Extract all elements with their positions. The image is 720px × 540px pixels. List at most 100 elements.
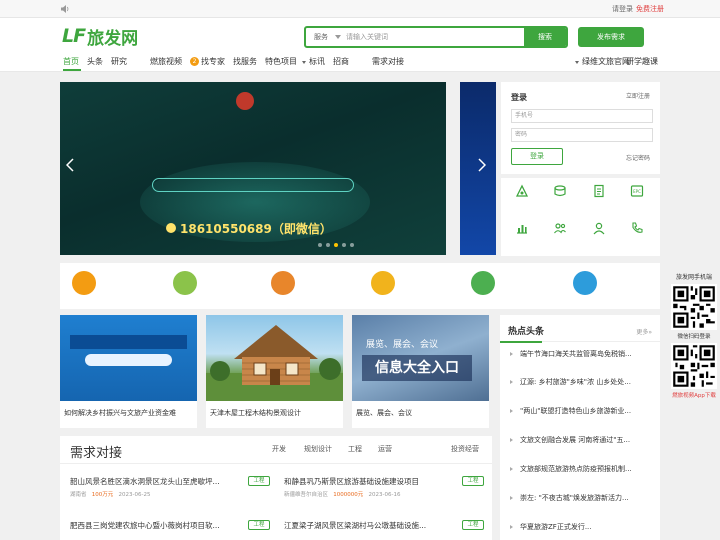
- demand-meta: 新疆维吾尔自治区 1000000元 2023-06-16: [284, 490, 400, 498]
- password-field[interactable]: 密码: [511, 128, 653, 142]
- tab-operation[interactable]: 运营: [378, 444, 392, 454]
- hero-banner[interactable]: 18610550689（即微信）: [60, 82, 446, 255]
- news-item[interactable]: 辽源: 乡村旅游"乡味"浓 山乡处处...: [508, 377, 658, 403]
- banner-next-preview[interactable]: [460, 82, 496, 255]
- top-ribbon: 请登录 免费注册: [0, 0, 720, 18]
- stat-investment[interactable]: [173, 271, 273, 301]
- card-image-top: 展览、展会、会议: [366, 340, 439, 350]
- quick-contact[interactable]: [618, 221, 656, 238]
- title-underline: [500, 341, 542, 343]
- tab-planning[interactable]: 规划设计: [304, 444, 332, 454]
- demand-row[interactable]: 韶山风景名胜区滴水洞景区龙头山至虎歇坪... 工程 湖南省 100万元 2023…: [70, 476, 270, 506]
- video-app-caption: 燃旅视频App下载: [672, 393, 716, 399]
- demand-row[interactable]: 江夏梁子湖风景区梁湖村马公墩基础设施... 工程: [284, 520, 484, 540]
- register-link[interactable]: 免费注册: [636, 4, 664, 14]
- phone-field[interactable]: 手机号: [511, 109, 653, 123]
- card-title[interactable]: 展览、展会、会议: [356, 408, 486, 418]
- post-demand-button[interactable]: 发布需求: [578, 27, 644, 47]
- stat-demands[interactable]: [573, 271, 673, 301]
- demand-title[interactable]: 韶山风景名胜区滴水洞景区龙头山至虎歇坪...: [70, 476, 230, 487]
- tab-investment-ops[interactable]: 投资经营: [451, 444, 479, 454]
- carousel-dot[interactable]: [326, 243, 330, 247]
- login-button[interactable]: 登录: [511, 148, 563, 165]
- more-link[interactable]: 更多»: [636, 327, 652, 336]
- quick-membership[interactable]: [580, 221, 618, 238]
- carousel-prev-icon[interactable]: [66, 158, 74, 172]
- news-item[interactable]: 华夏旅游ZF正式发行...: [508, 522, 658, 540]
- site-logo[interactable]: LF 旅发网: [62, 24, 138, 49]
- feature-card-exhibitions[interactable]: 展览、展会、会议 信息大全入口 展览、展会、会议: [352, 315, 489, 428]
- news-title[interactable]: 端午节海口海关共监管离岛免税销...: [520, 349, 657, 359]
- nav-home[interactable]: 首页: [63, 56, 79, 67]
- quick-access-grid: EPC: [501, 178, 660, 256]
- news-item[interactable]: "两山"联盟打造特色山乡旅游新业...: [508, 406, 658, 432]
- demand-price: 1000000元: [333, 492, 364, 498]
- bullet-icon: [510, 467, 513, 471]
- quick-investment[interactable]: [541, 184, 579, 201]
- nav-research[interactable]: 研究: [111, 56, 127, 67]
- stat-experts[interactable]: [271, 271, 371, 301]
- tab-development[interactable]: 开发: [272, 444, 286, 454]
- news-item[interactable]: 崇左: "不夜古城"焕发旅游新活力...: [508, 493, 658, 519]
- nav-lvwei-site[interactable]: 绿维文旅官网: [582, 56, 630, 67]
- nav-active-indicator: [63, 69, 81, 71]
- news-title[interactable]: 文旅部规范旅游热点防疫预报机制...: [520, 464, 657, 474]
- news-title[interactable]: 崇左: "不夜古城"焕发旅游新活力...: [520, 493, 657, 503]
- demand-meta: 湖南省 100万元 2023-06-25: [70, 490, 150, 498]
- search-button[interactable]: 搜索: [524, 28, 566, 46]
- chevron-down-icon[interactable]: [335, 35, 341, 39]
- quick-operation[interactable]: [503, 221, 541, 238]
- register-now-link[interactable]: 立即注册: [626, 91, 650, 100]
- nav-bids[interactable]: 标讯: [309, 56, 325, 67]
- nav-study-courses[interactable]: 研学趣课: [626, 56, 658, 67]
- logo-mark: LF: [62, 25, 86, 47]
- demand-title[interactable]: 和静县巩乃斯景区旅游基础设施建设项目: [284, 476, 444, 487]
- quick-planning[interactable]: [580, 184, 618, 201]
- search-category-select[interactable]: 服务: [314, 32, 328, 42]
- stat-cases[interactable]: [471, 271, 571, 301]
- phone-icon: [632, 222, 643, 233]
- news-item[interactable]: 文旅文创融合发展 河南将通过"五...: [508, 435, 658, 461]
- demand-title[interactable]: 肥西县三岗党建农旅中心暨小薇岗村项目软...: [70, 520, 230, 531]
- nav-headlines[interactable]: 头条: [87, 56, 103, 67]
- news-title[interactable]: "两山"联盟打造特色山乡旅游新业...: [520, 406, 657, 416]
- carousel-dot-active[interactable]: [334, 243, 338, 247]
- document-icon: [594, 184, 604, 198]
- quick-smart-tourism[interactable]: [541, 221, 579, 238]
- carousel-dot[interactable]: [342, 243, 346, 247]
- news-title[interactable]: 华夏旅游ZF正式发行...: [520, 522, 657, 532]
- nav-demand[interactable]: 需求对接: [372, 56, 404, 67]
- login-title: 登录: [511, 93, 527, 102]
- news-item[interactable]: 端午节海口海关共监管离岛免税销...: [508, 349, 658, 375]
- carousel-next-icon[interactable]: [478, 158, 486, 172]
- forgot-password-link[interactable]: 忘记密码: [626, 153, 650, 162]
- feature-card-wooden-house[interactable]: 天津木屋工程木结构景观设计: [206, 315, 343, 428]
- nav-video[interactable]: 燃旅视频: [150, 56, 182, 67]
- demand-row[interactable]: 和静县巩乃斯景区旅游基础设施建设项目 工程 新疆维吾尔自治区 1000000元 …: [284, 476, 484, 506]
- demand-row[interactable]: 肥西县三岗党建农旅中心暨小薇岗村项目软... 工程: [70, 520, 270, 540]
- nav-experts[interactable]: 找专家: [201, 56, 225, 67]
- news-title[interactable]: 文旅文创融合发展 河南将通过"五...: [520, 435, 657, 445]
- demand-title[interactable]: 江夏梁子湖风景区梁湖村马公墩基础设施...: [284, 520, 444, 531]
- card-title[interactable]: 如何解决乡村振兴与文旅产业资金难: [64, 408, 194, 418]
- nav-services[interactable]: 找服务: [233, 56, 257, 67]
- search-input[interactable]: [346, 30, 516, 44]
- handshake-icon: [173, 271, 197, 295]
- quick-epc[interactable]: EPC: [618, 184, 656, 201]
- nav-featured-projects[interactable]: 特色项目: [265, 56, 297, 67]
- news-meta: [520, 389, 525, 395]
- stat-services[interactable]: [72, 271, 172, 301]
- news-title[interactable]: 辽源: 乡村旅游"乡味"浓 山乡处处...: [520, 377, 657, 387]
- carousel-dot[interactable]: [318, 243, 322, 247]
- card-title[interactable]: 天津木屋工程木结构景观设计: [210, 408, 340, 418]
- stat-companies[interactable]: [371, 271, 471, 301]
- feature-card-rural-finance[interactable]: 如何解决乡村振兴与文旅产业资金难: [60, 315, 197, 428]
- quick-dev-incubation[interactable]: [503, 184, 541, 201]
- login-link[interactable]: 请登录: [612, 4, 633, 14]
- carousel-dot[interactable]: [350, 243, 354, 247]
- nav-investment[interactable]: 招商: [333, 56, 349, 67]
- news-item[interactable]: 文旅部规范旅游热点防疫预报机制...: [508, 464, 658, 490]
- project-icon: [471, 271, 495, 295]
- tab-engineering[interactable]: 工程: [348, 444, 362, 454]
- card-image-badge: [85, 354, 172, 366]
